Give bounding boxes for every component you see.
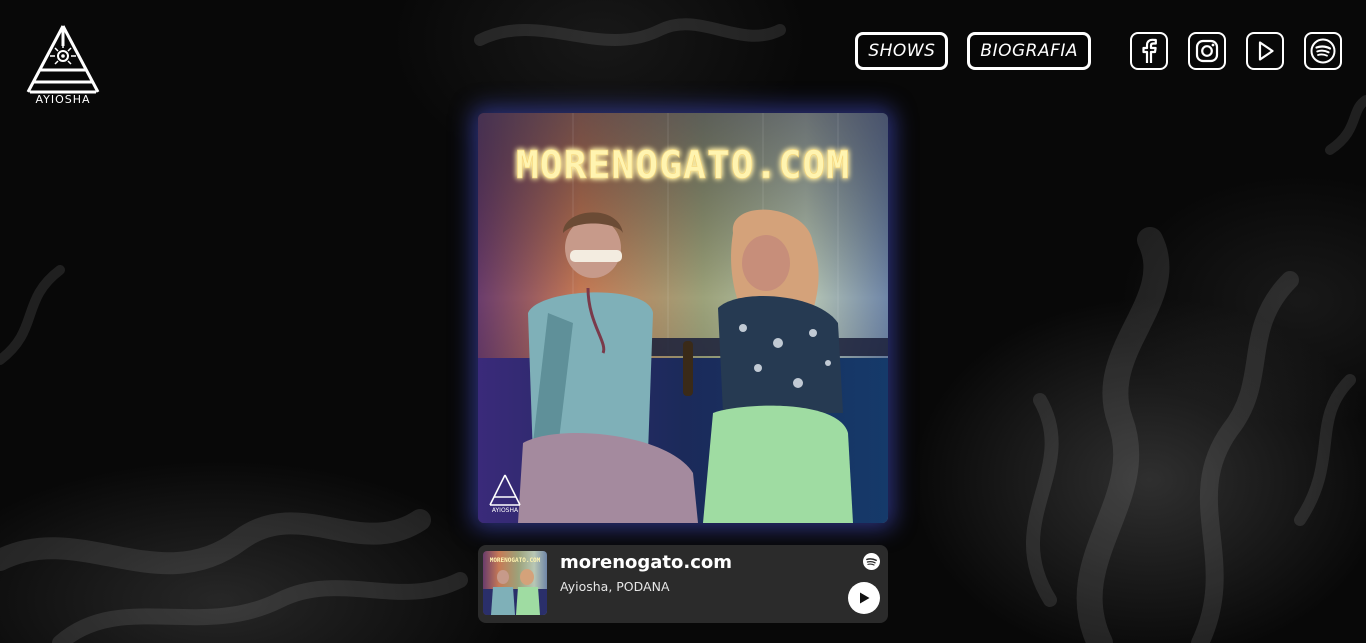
spotify-logo-icon[interactable] — [863, 553, 880, 570]
play-button[interactable] — [848, 582, 880, 614]
triangle-emblem-icon — [26, 25, 100, 94]
ayiosha-logo[interactable]: AYIOSHA — [22, 22, 104, 108]
instagram-icon — [1195, 39, 1219, 63]
cover-badge-text: AYIOSHA — [492, 507, 519, 514]
play-icon — [860, 592, 870, 604]
track-artists[interactable]: Ayiosha, PODANA — [560, 579, 670, 594]
page: AYIOSHA SHOWS BIOGRAFIA MORENOGATO.COM A… — [0, 0, 1366, 643]
top-nav: SHOWS BIOGRAFIA — [855, 32, 1342, 70]
player-thumbnail[interactable]: MORENOGATO.COM — [483, 551, 547, 615]
logo-text: AYIOSHA — [35, 93, 91, 106]
neon-title: MORENOGATO.COM — [516, 143, 850, 187]
shows-button[interactable]: SHOWS — [855, 32, 949, 70]
youtube-link[interactable] — [1246, 32, 1284, 70]
player-thumbnail-art: MORENOGATO.COM — [483, 551, 547, 615]
spotify-link[interactable] — [1304, 32, 1342, 70]
spotify-icon — [1310, 38, 1336, 64]
album-cover[interactable]: MORENOGATO.COM AYIOSHA — [478, 113, 888, 523]
instagram-link[interactable] — [1188, 32, 1226, 70]
facebook-link[interactable] — [1130, 32, 1168, 70]
facebook-icon — [1142, 38, 1157, 63]
thumbnail-neon-text: MORENOGATO.COM — [490, 557, 541, 564]
youtube-play-icon — [1258, 41, 1274, 61]
album-cover-art: MORENOGATO.COM AYIOSHA — [478, 113, 888, 523]
track-title[interactable]: morenogato.com — [560, 552, 732, 573]
biografia-button[interactable]: BIOGRAFIA — [967, 32, 1091, 70]
spotify-player[interactable]: MORENOGATO.COM morenogato.com Ayiosha, P… — [478, 545, 888, 623]
